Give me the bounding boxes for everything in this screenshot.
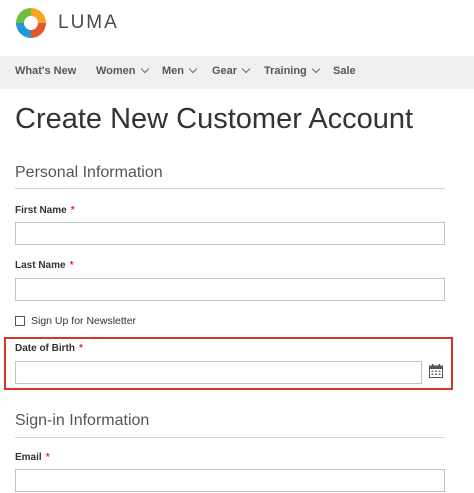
section-title-signin: Sign-in Information [15, 412, 150, 429]
required-marker: * [69, 260, 74, 271]
nav-item-sale[interactable]: Sale [333, 65, 356, 77]
label-text: First Name [15, 205, 67, 216]
nav-label: Men [162, 65, 184, 77]
nav-label: Sale [333, 65, 356, 77]
nav-label: Gear [212, 65, 238, 77]
section-divider [15, 437, 445, 438]
last-name-input[interactable] [15, 278, 445, 301]
newsletter-option[interactable]: Sign Up for Newsletter [15, 315, 136, 327]
dob-input[interactable] [15, 361, 422, 384]
nav-item-women[interactable]: Women [96, 64, 149, 77]
page-title: Create New Customer Account [15, 103, 414, 135]
nav-label: Women [96, 65, 136, 77]
nav-item-training[interactable]: Training [264, 64, 321, 77]
main-navigation: What's New Women Men Gear Training Sale [0, 56, 474, 89]
nav-label: What's New [15, 65, 77, 77]
calendar-icon[interactable] [429, 364, 443, 378]
label-text: Email [15, 452, 42, 463]
section-divider [15, 188, 445, 189]
label-text: Last Name [15, 260, 66, 271]
first-name-input[interactable] [15, 222, 445, 245]
required-marker: * [45, 452, 50, 463]
luma-logo-icon [16, 8, 46, 38]
label-text: Date of Birth [15, 343, 75, 354]
chevron-down-icon [241, 64, 251, 74]
site-header: LUMA [0, 0, 474, 55]
last-name-label: Last Name * [15, 260, 73, 271]
nav-item-whats-new[interactable]: What's New [15, 65, 76, 77]
section-title-personal: Personal Information [15, 164, 163, 181]
nav-item-gear[interactable]: Gear [212, 64, 251, 77]
site-logo[interactable]: LUMA [14, 6, 119, 40]
chevron-down-icon [188, 64, 198, 74]
nav-label: Training [264, 65, 307, 77]
brand-name: LUMA [58, 12, 119, 33]
email-label: Email * [15, 452, 50, 463]
required-marker: * [70, 205, 75, 216]
first-name-label: First Name * [15, 205, 75, 216]
email-input[interactable] [15, 469, 445, 492]
newsletter-label: Sign Up for Newsletter [31, 315, 137, 327]
nav-item-men[interactable]: Men [162, 64, 198, 77]
newsletter-checkbox[interactable] [15, 316, 25, 326]
chevron-down-icon [140, 64, 149, 74]
chevron-down-icon [311, 64, 321, 74]
dob-label: Date of Birth * [15, 343, 83, 354]
required-marker: * [79, 343, 83, 354]
